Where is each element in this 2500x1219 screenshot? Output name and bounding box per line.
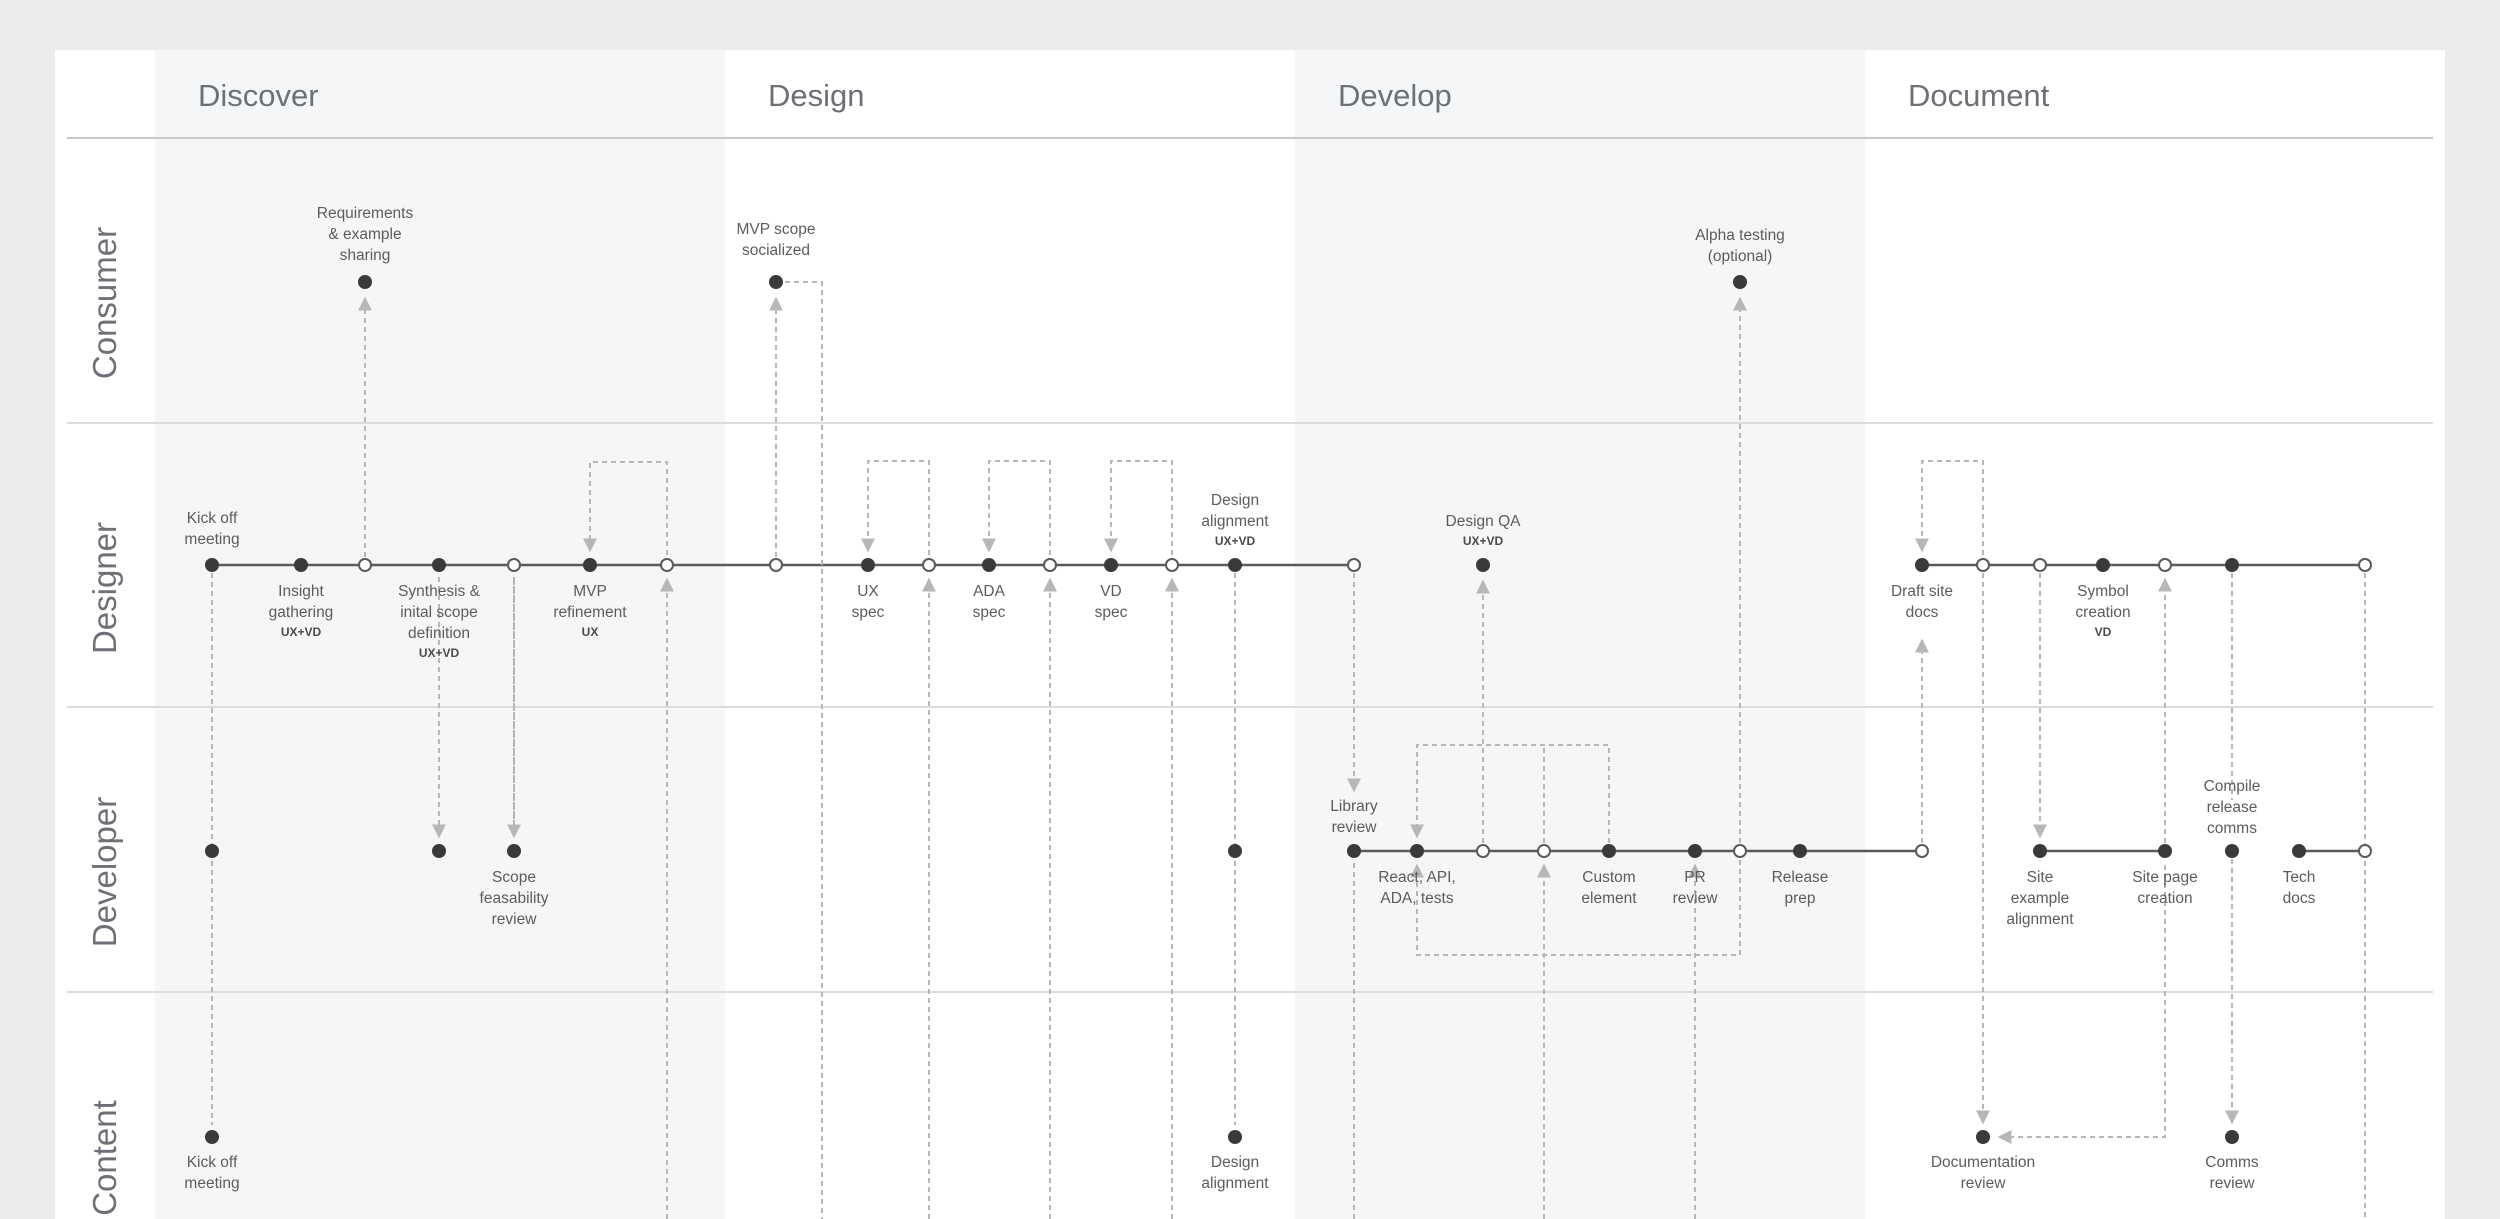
node-developer-9 [2033,844,2047,858]
node-developer-open-3 [1915,844,1929,858]
label-library-review: Library review [1330,798,1378,836]
node-developer-2 [507,844,521,858]
node-developer-1 [432,844,446,858]
node-content-1 [1228,1130,1242,1144]
label-synthesis: Synthesis & inital scope definition [398,583,481,642]
node-developer-10 [2158,844,2172,858]
label-design-qa-tag: UX+VD [1463,534,1504,548]
label-draft-site-docs: Draft site docs [1891,583,1953,621]
node-content-0 [205,1130,219,1144]
node-requirements [358,275,372,289]
label-symbol-creation-tag: VD [2095,625,2112,639]
node-designer-open-4 [922,558,936,572]
node-developer-open-2 [1733,844,1747,858]
label-comms-review: Comms review [2205,1154,2259,1192]
label-insight-tag: UX+VD [281,625,322,639]
node-mvp-scope [769,275,783,289]
connector-mvp-refinement-loop [583,461,668,555]
node-developer-open-4 [2358,844,2372,858]
node-designer-open-2 [660,558,674,572]
process-board: Discover Design Develop Document Consume… [55,50,2445,1219]
node-developer-5 [1410,844,1424,858]
label-insight: Insight gathering [269,583,334,621]
label-site-example: Site example alignment [2006,869,2074,928]
label-pr-review: PR review [1673,869,1719,907]
label-mvp-scope: MVP scope socialized [737,221,816,259]
label-requirements: Requirements & example sharing [317,205,414,264]
node-designer-open-6 [1165,558,1179,572]
label-design-alignment-tag: UX+VD [1215,534,1256,548]
label-symbol-creation: Symbol creation [2075,583,2130,621]
node-alpha-testing [1733,275,1747,289]
label-alpha-testing: Alpha testing (optional) [1695,227,1785,265]
node-designer-open-10 [2158,558,2172,572]
node-designer-open-3 [769,558,783,572]
node-designer-4 [861,558,875,572]
connector-custom-element-loop [1410,744,1610,843]
node-designer-open-0 [358,558,372,572]
label-react-api: React, API, ADA, tests [1378,869,1456,907]
label-release-prep: Release prep [1772,869,1829,907]
node-designer-open-9 [2033,558,2047,572]
node-designer-open-8 [1976,558,1990,572]
node-developer-0 [205,844,219,858]
node-developer-8 [1793,844,1807,858]
node-developer-7 [1688,844,1702,858]
connector-ux-loop [861,460,930,555]
label-kickoff-content: Kick off meeting [184,1154,239,1192]
label-scope-feasability: Scope feasability review [480,869,549,928]
label-synthesis-tag: UX+VD [419,646,460,660]
node-content-3 [2225,1130,2239,1144]
label-documentation-review: Documentation review [1931,1154,2035,1192]
label-mvp-refinement: MVP refinement [553,583,627,621]
label-design-alignment-content: Design alignment [1201,1154,1269,1192]
label-mvp-refinement-tag: UX [582,625,599,639]
node-designer-open-5 [1043,558,1057,572]
node-content-2 [1976,1130,1990,1144]
label-ada-spec: ADA spec [973,583,1006,621]
node-developer-open-1 [1537,844,1551,858]
node-design-qa [1476,558,1490,572]
label-custom-element: Custom element [1581,869,1637,907]
node-developer-12 [2292,844,2306,858]
label-design-qa: Design QA [1446,513,1522,530]
node-developer-11 [2225,844,2239,858]
label-compile-release: Compile release comms [2204,778,2261,837]
node-designer-open-11 [2358,558,2372,572]
connector-vd-loop [1104,460,1173,555]
label-tech-docs: Tech docs [2283,869,2316,907]
node-developer-3 [1228,844,1242,858]
node-designer-2 [432,558,446,572]
node-designer-6 [1104,558,1118,572]
node-designer-8 [1915,558,1929,572]
process-diagram: Requirements & example sharing MVP scope soc… [184,205,2372,1219]
node-developer-4 [1347,844,1361,858]
label-vd-spec: VD spec [1095,583,1128,621]
node-designer-0 [205,558,219,572]
connector-draft-loop [1915,460,1984,555]
connector-mvp-scope-down [776,281,823,1219]
label-kickoff-designer: Kick off meeting [184,510,239,548]
node-designer-5 [982,558,996,572]
node-designer-10 [2225,558,2239,572]
label-design-alignment: Design alignment [1201,492,1269,530]
node-designer-9 [2096,558,2110,572]
node-developer-open-0 [1476,844,1490,858]
node-designer-open-1 [507,558,521,572]
node-designer-3 [583,558,597,572]
node-designer-7 [1228,558,1242,572]
label-ux-spec: UX spec [852,583,885,621]
node-developer-6 [1602,844,1616,858]
node-designer-open-7 [1347,558,1361,572]
connector-ada-loop [982,460,1051,555]
node-designer-1 [294,558,308,572]
